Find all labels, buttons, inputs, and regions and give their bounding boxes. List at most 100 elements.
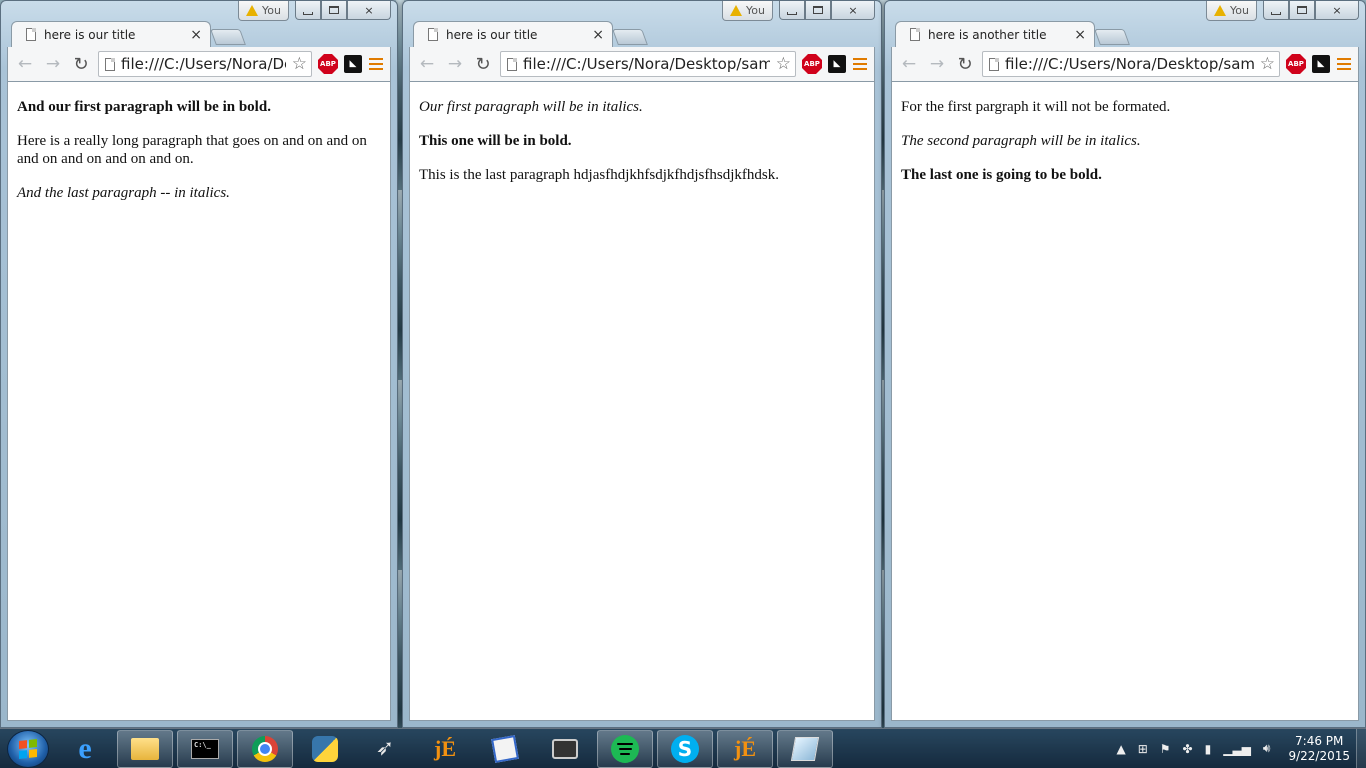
browser-window-right: You × here is another title × ← → ↻ ☆ AB… [884,0,1366,728]
close-window-button[interactable]: × [347,1,391,20]
page-icon [26,28,36,41]
page-icon [105,57,115,71]
user-profile-badge[interactable]: You [1206,1,1257,21]
user-profile-badge[interactable]: You [722,1,773,21]
taskbar-command-prompt[interactable]: C:\_ [177,729,233,768]
browser-tab[interactable]: here is another title × [895,21,1095,47]
bird-icon: ➶ [375,736,395,761]
forward-arrow-icon[interactable]: → [42,54,64,74]
url-input[interactable] [523,55,770,73]
taskbar-spotify[interactable] [597,729,653,768]
notes-icon [790,736,820,761]
taskbar-jedit[interactable]: jÉ [417,730,473,768]
maximize-icon [1297,6,1307,14]
address-bar[interactable]: ☆ [982,51,1280,77]
taskbar-media[interactable] [537,730,593,768]
url-input[interactable] [121,55,286,73]
taskbar-file-explorer[interactable] [117,729,173,768]
maximize-button[interactable] [321,1,347,20]
tab-close-icon[interactable]: × [190,27,202,43]
forward-arrow-icon[interactable]: → [444,54,466,74]
forward-arrow-icon[interactable]: → [926,54,948,74]
user-profile-badge[interactable]: You [238,1,289,21]
taskbar-bird-app[interactable]: ➶ [357,730,413,768]
sync-icon[interactable]: ✤ [1183,742,1193,756]
clock[interactable]: 7:46 PM 9/22/2015 [1288,734,1350,764]
minimize-button[interactable] [779,1,805,20]
warning-icon [730,5,743,16]
browser-toolbar: ← → ↻ ☆ ABP ◣ [7,47,391,81]
tab-close-icon[interactable]: × [592,27,604,43]
jedit-icon: jÉ [434,735,456,761]
clock-date: 9/22/2015 [1288,748,1350,763]
minimize-icon [787,11,797,15]
browser-tab[interactable]: here is our title × [413,21,613,47]
address-bar[interactable]: ☆ [500,51,796,77]
paragraph: Here is a really long paragraph that goe… [17,133,367,167]
action-center-flag-icon[interactable]: ⚑ [1160,742,1171,756]
taskbar-skype[interactable]: S [657,729,713,768]
start-orb-icon [19,738,37,759]
adblock-plus-icon[interactable]: ABP [802,54,822,74]
system-tray: ▲ ⊞ ⚑ ✤ ▮ ▁▃▅ 🔊︎ 7:46 PM 9/22/2015 [1116,734,1356,764]
reload-icon[interactable]: ↻ [472,54,494,75]
windows-icon[interactable]: ⊞ [1138,742,1148,756]
paragraph: This is the last paragraph hdjasfhdjkhfs… [419,167,779,183]
tab-title: here is another title [928,27,1047,42]
bookmark-star-icon[interactable]: ☆ [776,54,791,74]
taskbar-notes[interactable] [777,729,833,768]
close-window-button[interactable]: × [1315,1,1359,20]
spotify-icon [611,734,639,763]
browser-tab[interactable]: here is our title × [11,21,211,47]
show-hidden-icons-icon[interactable]: ▲ [1116,742,1125,756]
minimize-button[interactable] [1263,1,1289,20]
browser-window-left: You × here is our title × ← → ↻ ☆ ABP ◣ … [0,0,398,728]
chrome-menu-icon[interactable] [368,58,384,70]
minimize-button[interactable] [295,1,321,20]
tab-strip: here is another title × [895,21,1130,47]
show-desktop-button[interactable] [1356,728,1366,768]
maximize-button[interactable] [805,1,831,20]
chrome-menu-icon[interactable] [852,58,868,70]
taskbar-internet-explorer[interactable]: e [57,730,113,768]
reload-icon[interactable]: ↻ [70,54,92,75]
close-icon: × [1332,3,1342,17]
maximize-button[interactable] [1289,1,1315,20]
new-tab-button[interactable] [612,29,648,45]
page-content: For the first pargraph it will not be fo… [891,81,1359,721]
steam-extension-icon[interactable]: ◣ [828,55,846,73]
start-button[interactable] [7,729,49,768]
battery-icon[interactable]: ▮ [1205,742,1212,756]
back-arrow-icon[interactable]: ← [14,54,36,74]
bookmark-star-icon[interactable]: ☆ [1260,54,1275,74]
back-arrow-icon[interactable]: ← [416,54,438,74]
chrome-menu-icon[interactable] [1336,58,1352,70]
minimize-icon [303,11,313,15]
maximize-icon [329,6,339,14]
back-arrow-icon[interactable]: ← [898,54,920,74]
volume-icon[interactable]: 🔊︎ [1263,741,1271,756]
page-content: And our first paragraph will be in bold.… [7,81,391,721]
command-prompt-icon: C:\_ [191,738,219,759]
address-bar[interactable]: ☆ [98,51,312,77]
user-label: You [1230,4,1249,17]
reload-icon[interactable]: ↻ [954,54,976,75]
taskbar-chrome[interactable] [237,729,293,768]
url-input[interactable] [1005,55,1254,73]
taskbar-pen-editor[interactable] [477,730,533,768]
paragraph: For the first pargraph it will not be fo… [901,99,1171,115]
user-label: You [746,4,765,17]
bookmark-star-icon[interactable]: ☆ [292,54,307,74]
tab-close-icon[interactable]: × [1074,27,1086,43]
new-tab-button[interactable] [1094,29,1130,45]
steam-extension-icon[interactable]: ◣ [1312,55,1330,73]
taskbar-python[interactable] [297,730,353,768]
close-window-button[interactable]: × [831,1,875,20]
browser-toolbar: ← → ↻ ☆ ABP ◣ [891,47,1359,81]
taskbar-jedit-open[interactable]: jÉ [717,729,773,768]
new-tab-button[interactable] [210,29,246,45]
adblock-plus-icon[interactable]: ABP [1286,54,1306,74]
adblock-plus-icon[interactable]: ABP [318,54,338,74]
network-signal-icon[interactable]: ▁▃▅ [1223,742,1251,756]
steam-extension-icon[interactable]: ◣ [344,55,362,73]
